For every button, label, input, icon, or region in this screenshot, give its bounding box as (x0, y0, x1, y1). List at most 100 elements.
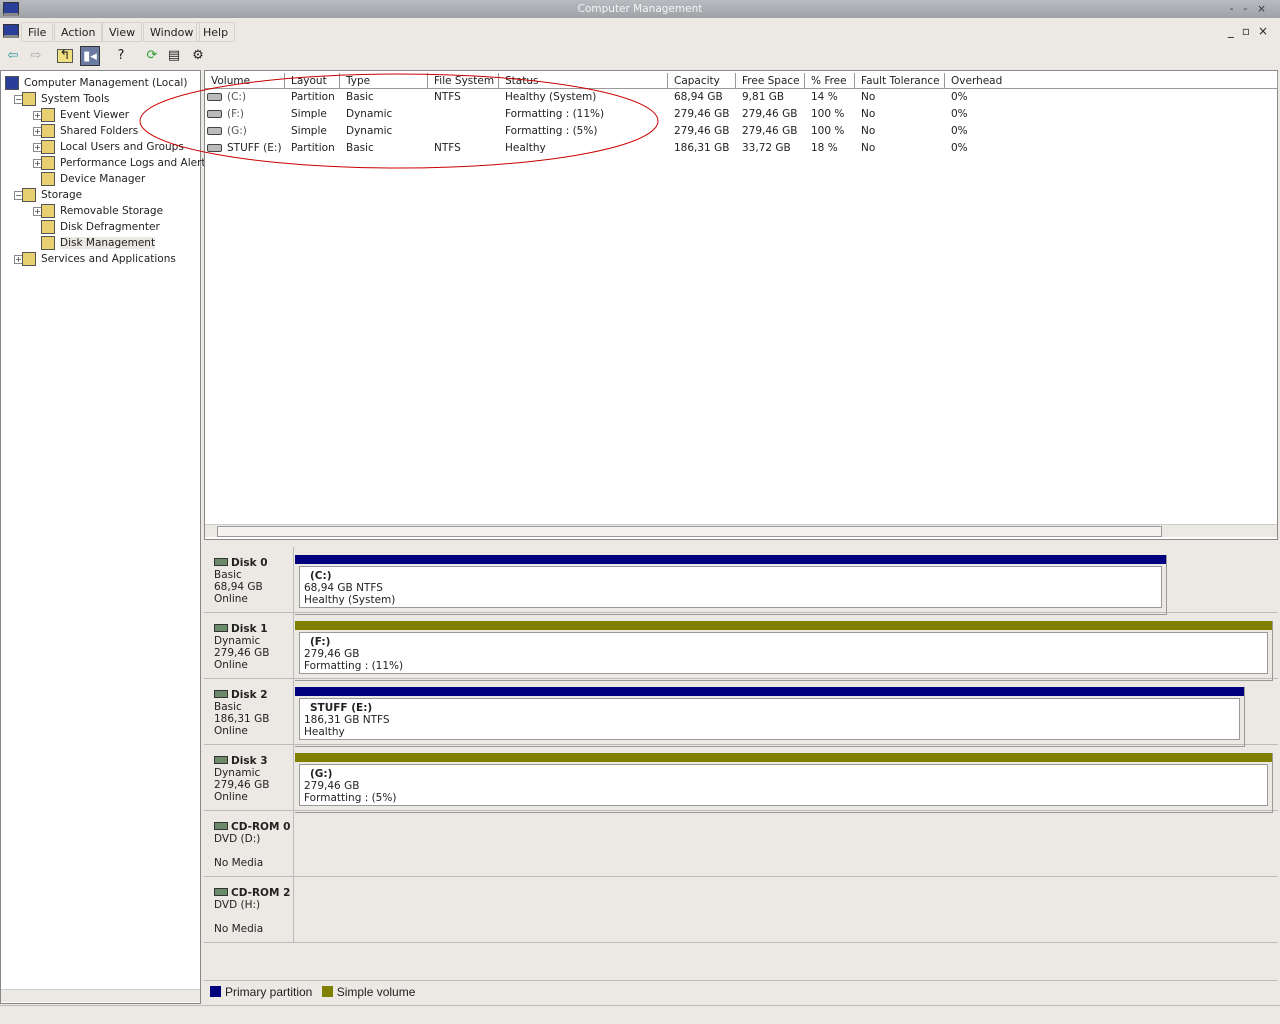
partition-block[interactable]: (G:) 279,46 GB Formatting : (5%) (295, 753, 1273, 813)
menu-help[interactable]: Help (196, 22, 236, 42)
child-window-controls[interactable]: _▫× (1228, 24, 1276, 38)
menu-view[interactable]: View (102, 22, 143, 42)
partition-type-bar (295, 687, 1244, 696)
table-cell: 100 % (811, 106, 844, 123)
cell-text: 186,31 GB (674, 142, 730, 154)
refresh-icon[interactable]: ⟳ (142, 46, 162, 66)
disk-info: Disk 1 Dynamic 279,46 GB Online (214, 623, 269, 671)
tree-item[interactable]: Services and Applications (22, 251, 176, 267)
disk-type: DVD (H:) (214, 899, 261, 911)
menu-action[interactable]: Action (54, 22, 103, 42)
export-icon[interactable]: ▤ (164, 46, 184, 66)
tree-node-icon (41, 156, 55, 170)
disk-icon (214, 558, 228, 566)
cell-text: 279,46 GB (674, 125, 730, 137)
partition-block[interactable]: (F:) 279,46 GB Formatting : (11%) (295, 621, 1273, 681)
tree-item[interactable]: Disk Management (41, 235, 156, 251)
menu-file[interactable]: File (21, 22, 54, 42)
list-horizontal-scrollbar[interactable] (205, 524, 1277, 537)
partition-type-bar (295, 753, 1272, 762)
tree-node-icon (41, 140, 55, 154)
disk-row[interactable]: Disk 0 Basic 68,94 GB Online (C:) 68,94 GB NT… (204, 547, 1278, 615)
partition-block[interactable]: (C:) 68,94 GB NTFS Healthy (System) (295, 555, 1167, 615)
settings-icon[interactable]: ⚙ (188, 46, 208, 66)
forward-icon[interactable]: ⇨ (26, 46, 46, 66)
column-header[interactable]: Capacity (668, 73, 736, 89)
disk-state: Online (214, 725, 248, 737)
tree-item[interactable]: System Tools (22, 91, 109, 107)
cell-text: No (861, 142, 876, 154)
disk-row[interactable]: CD-ROM 2 DVD (H:) No Media (204, 877, 1278, 943)
tree-item[interactable]: Shared Folders (41, 123, 138, 139)
partition-details: (G:) 279,46 GB Formatting : (5%) (299, 764, 1268, 806)
console-tree[interactable]: Computer Management (Local) − System Tools… (0, 70, 211, 1004)
disk-row[interactable]: Disk 3 Dynamic 279,46 GB Online (G:) 279,46 G… (204, 745, 1278, 813)
scrollbar-thumb[interactable] (217, 526, 1162, 537)
tree-item-label: Disk Management (60, 237, 156, 249)
table-cell: 9,81 GB (742, 89, 784, 106)
title-bar: Computer Management ‐‐× (0, 0, 1280, 18)
partition-type-bar (295, 621, 1272, 630)
column-header[interactable]: Free Space (736, 73, 805, 89)
disk-type: DVD (D:) (214, 833, 261, 845)
table-cell: 68,94 GB (674, 89, 723, 106)
column-header[interactable]: Fault Tolerance (855, 73, 945, 89)
disk-name: CD-ROM 2 (214, 887, 290, 899)
disk-type: Basic (214, 701, 242, 713)
menu-window[interactable]: Window (143, 22, 201, 42)
tree-scrollbar[interactable] (1, 989, 200, 1002)
column-header[interactable]: Overhead (945, 73, 1278, 89)
menu-bar: File Action View Window Help _▫× (0, 22, 1280, 42)
tree-item-label: Services and Applications (41, 253, 176, 265)
disk-state: Online (214, 593, 248, 605)
cell-text: 9,81 GB (742, 91, 785, 103)
column-header[interactable]: % Free (805, 73, 855, 89)
partition-details: (C:) 68,94 GB NTFS Healthy (System) (299, 566, 1162, 608)
tree-item[interactable]: Removable Storage (41, 203, 163, 219)
disk-info: CD-ROM 0 DVD (D:) No Media (214, 821, 290, 869)
table-cell: 100 % (811, 123, 844, 140)
table-cell: 18 % (811, 140, 838, 157)
disk-info: Disk 2 Basic 186,31 GB Online (214, 689, 269, 737)
disk-divider (293, 877, 294, 943)
disk-name: Disk 0 (214, 557, 268, 569)
disk-row[interactable]: CD-ROM 0 DVD (D:) No Media (204, 811, 1278, 877)
back-icon[interactable]: ⇦ (3, 46, 23, 66)
partition-status: Healthy (304, 726, 345, 738)
table-cell: 0% (951, 106, 968, 123)
tree-item-label: Shared Folders (60, 125, 139, 137)
disk-info: Disk 3 Dynamic 279,46 GB Online (214, 755, 269, 803)
tree-item[interactable]: Event Viewer (41, 107, 129, 123)
disk-name: Disk 3 (214, 755, 269, 767)
disk-type: Dynamic (214, 635, 261, 647)
disk-name: CD-ROM 0 (214, 821, 290, 833)
cell-text: No (861, 91, 876, 103)
table-cell: 279,46 GB (674, 106, 729, 123)
disk-row[interactable]: Disk 1 Dynamic 279,46 GB Online (F:) 279,46 G… (204, 613, 1278, 681)
tree-node-icon (41, 108, 55, 122)
primary-partition-swatch (210, 986, 221, 997)
disk-row[interactable]: Disk 2 Basic 186,31 GB Online STUFF (E:) 186,… (204, 679, 1278, 747)
cell-text: 100 % (811, 125, 845, 137)
partition-details: STUFF (E:) 186,31 GB NTFS Healthy (299, 698, 1240, 740)
disk-name-text: CD-ROM 0 (231, 821, 291, 833)
tree-item[interactable]: Storage (22, 187, 82, 203)
cell-text: No (861, 125, 876, 137)
window-controls[interactable]: ‐‐× (1230, 0, 1276, 18)
tree-item[interactable]: Disk Defragmenter (41, 219, 160, 235)
tree-node-icon (41, 220, 55, 234)
disk-map: Disk 0 Basic 68,94 GB Online (C:) 68,94 GB NT… (204, 545, 1278, 975)
partition-block[interactable]: STUFF (E:) 186,31 GB NTFS Healthy (295, 687, 1245, 747)
cell-text: 0% (951, 125, 968, 137)
show-hide-tree-icon[interactable]: ▮◂ (80, 46, 100, 66)
disk-divider (293, 679, 294, 745)
cell-text: 279,46 GB (742, 125, 798, 137)
annotation-ellipse (139, 73, 659, 169)
cell-text: 279,46 GB (674, 108, 730, 120)
disk-state: No Media (214, 923, 264, 935)
partition-label: STUFF (E:) (310, 702, 373, 714)
properties-help-icon[interactable]: ? (111, 46, 131, 66)
disk-size: 68,94 GB (214, 581, 263, 593)
up-folder-icon[interactable]: ↰ (57, 49, 73, 63)
disk-info: Disk 0 Basic 68,94 GB Online (214, 557, 268, 605)
